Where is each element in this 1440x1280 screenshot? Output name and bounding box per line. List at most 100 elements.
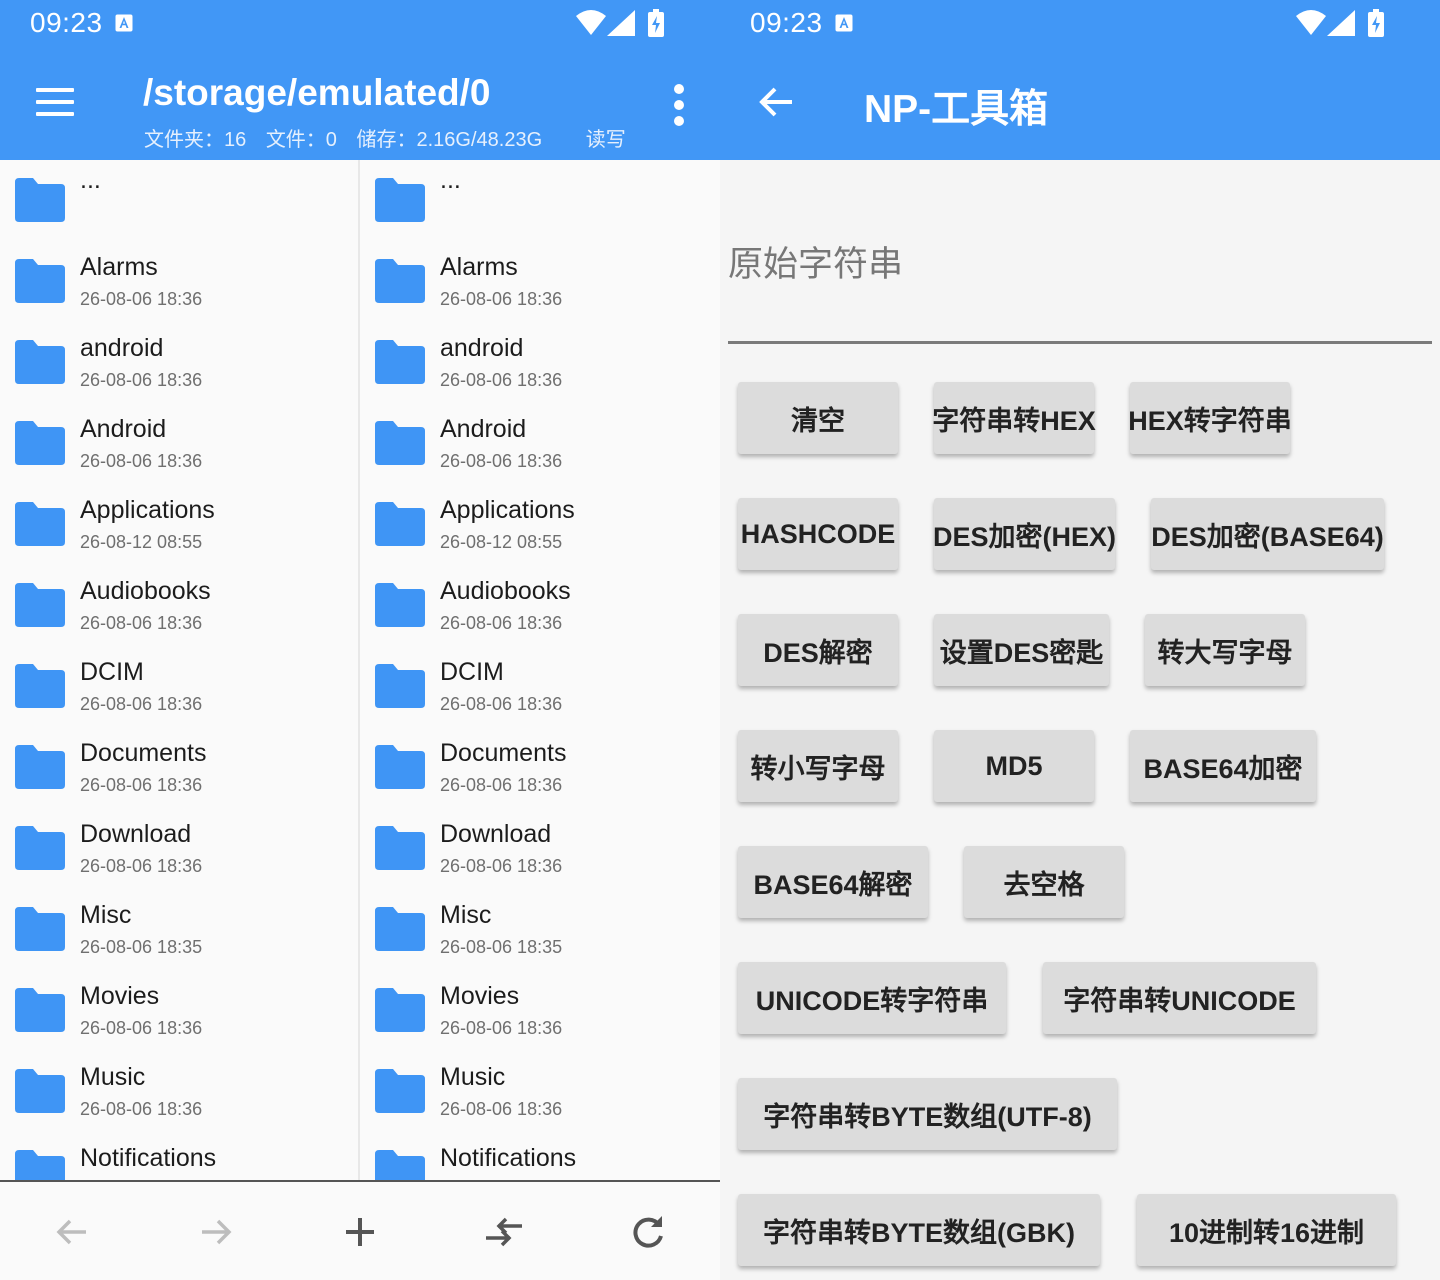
storage-info: 储存：2.16G/48.23G bbox=[356, 129, 543, 151]
tool-button[interactable]: BASE64解密 bbox=[738, 846, 928, 918]
app-bar: NP-工具箱 bbox=[720, 48, 1440, 160]
folder-row[interactable]: Download 26-08-06 18:36 bbox=[0, 808, 358, 889]
tool-button[interactable]: 字符串转BYTE数组(GBK) bbox=[738, 1194, 1100, 1266]
folder-row[interactable]: Applications 26-08-12 08:55 bbox=[0, 484, 358, 565]
folder-name: Music bbox=[80, 1063, 146, 1091]
tool-button[interactable]: UNICODE转字符串 bbox=[738, 962, 1006, 1034]
tool-button[interactable]: 10进制转16进制 bbox=[1137, 1194, 1396, 1266]
folder-name: Audiobooks bbox=[80, 577, 211, 605]
folder-row[interactable]: Documents 26-08-06 18:36 bbox=[360, 727, 720, 808]
folder-date: 26-08-06 18:36 bbox=[440, 694, 563, 714]
folder-row[interactable]: Documents 26-08-06 18:36 bbox=[0, 727, 358, 808]
tool-button[interactable]: 字符串转UNICODE bbox=[1043, 962, 1316, 1034]
folder-name: Android bbox=[440, 415, 527, 443]
current-path: /storage/emulated/0 bbox=[143, 72, 491, 113]
folder-row[interactable]: Android 26-08-06 18:36 bbox=[0, 403, 358, 484]
folder-row[interactable]: Alarms 26-08-06 18:36 bbox=[0, 241, 358, 322]
folder-date: 26-08-06 18:36 bbox=[80, 613, 203, 633]
parent-folder-row[interactable]: ... bbox=[0, 160, 358, 241]
folder-name: Movies bbox=[440, 982, 520, 1010]
folder-row[interactable]: Alarms 26-08-06 18:36 bbox=[360, 241, 720, 322]
source-string-input[interactable] bbox=[728, 290, 1436, 340]
tool-button[interactable]: 字符串转BYTE数组(UTF-8) bbox=[738, 1078, 1117, 1150]
folder-row[interactable]: Android 26-08-06 18:36 bbox=[360, 403, 720, 484]
status-time: 09:23 bbox=[30, 7, 103, 38]
menu-icon[interactable] bbox=[36, 88, 76, 118]
tool-button[interactable]: 转大写字母 bbox=[1145, 614, 1305, 686]
folder-date: 26-08-06 18:36 bbox=[80, 1099, 203, 1119]
swap-icon[interactable] bbox=[484, 1212, 524, 1252]
folder-row[interactable]: Download 26-08-06 18:36 bbox=[360, 808, 720, 889]
app-title: NP-工具箱 bbox=[864, 88, 1049, 131]
folder-icon bbox=[15, 1069, 65, 1118]
folder-name: android bbox=[440, 334, 524, 362]
folder-row[interactable]: Notifications bbox=[360, 1132, 720, 1180]
plus-icon[interactable] bbox=[340, 1212, 380, 1252]
folder-row[interactable]: android 26-08-06 18:36 bbox=[360, 322, 720, 403]
folder-date: 26-08-06 18:36 bbox=[440, 856, 563, 876]
wifi-icon bbox=[1296, 10, 1326, 35]
tool-button[interactable]: 字符串转HEX bbox=[932, 382, 1096, 454]
folder-icon bbox=[375, 583, 425, 632]
folder-icon bbox=[15, 1150, 65, 1180]
app-bar: /storage/emulated/0 文件夹：16 文件：0 储存：2.16G… bbox=[0, 48, 720, 160]
tool-button[interactable]: HEX转字符串 bbox=[1128, 382, 1292, 454]
file-pane-right[interactable]: ... Alarms 26-08-06 18:36 android 26-08-06 1… bbox=[360, 160, 720, 1180]
back-arrow-icon[interactable] bbox=[758, 84, 794, 120]
folder-name: DCIM bbox=[440, 658, 504, 686]
folder-row[interactable]: Misc 26-08-06 18:35 bbox=[360, 889, 720, 970]
tool-button[interactable]: 设置DES密匙 bbox=[934, 614, 1109, 686]
access-mode: 读写 bbox=[585, 129, 626, 151]
folder-name: Notifications bbox=[80, 1144, 217, 1172]
folder-row[interactable]: DCIM 26-08-06 18:36 bbox=[0, 646, 358, 727]
folder-row[interactable]: DCIM 26-08-06 18:36 bbox=[360, 646, 720, 727]
folder-date: 26-08-06 18:36 bbox=[80, 1018, 203, 1038]
folder-date: 26-08-06 18:36 bbox=[80, 289, 203, 309]
folder-date: 26-08-06 18:36 bbox=[440, 613, 563, 633]
folder-row[interactable]: Audiobooks 26-08-06 18:36 bbox=[0, 565, 358, 646]
folder-row[interactable]: Notifications bbox=[0, 1132, 358, 1180]
folder-icon bbox=[375, 502, 425, 551]
tool-button[interactable]: 去空格 bbox=[964, 846, 1124, 918]
tool-button[interactable]: DES加密(HEX) bbox=[933, 498, 1116, 570]
folder-row[interactable]: Audiobooks 26-08-06 18:36 bbox=[360, 565, 720, 646]
forward-arrow-icon[interactable] bbox=[196, 1212, 236, 1252]
file-pane-left[interactable]: ... Alarms 26-08-06 18:36 android 26-08-06 1… bbox=[0, 160, 360, 1180]
folder-name: ... bbox=[440, 166, 461, 194]
tool-button[interactable]: HASHCODE bbox=[738, 498, 898, 570]
tool-button[interactable]: DES加密(BASE64) bbox=[1151, 498, 1384, 570]
folder-row[interactable]: Music 26-08-06 18:36 bbox=[360, 1051, 720, 1132]
more-options-icon[interactable] bbox=[664, 82, 696, 128]
tool-button[interactable]: 转小写字母 bbox=[738, 730, 898, 802]
folder-icon bbox=[375, 664, 425, 713]
tool-button[interactable]: BASE64加密 bbox=[1130, 730, 1316, 802]
parent-folder-row[interactable]: ... bbox=[360, 160, 720, 241]
folder-name: Download bbox=[80, 820, 192, 848]
folder-row[interactable]: Misc 26-08-06 18:35 bbox=[0, 889, 358, 970]
battery-charging-icon bbox=[648, 9, 664, 37]
tool-button[interactable]: 清空 bbox=[738, 382, 898, 454]
folder-row[interactable]: Movies 26-08-06 18:36 bbox=[0, 970, 358, 1051]
tool-button[interactable]: DES解密 bbox=[738, 614, 898, 686]
folder-icon bbox=[15, 178, 65, 227]
folder-row[interactable]: android 26-08-06 18:36 bbox=[0, 322, 358, 403]
folder-row[interactable]: Movies 26-08-06 18:36 bbox=[360, 970, 720, 1051]
folder-date: 26-08-06 18:36 bbox=[440, 1018, 563, 1038]
folder-name: Music bbox=[440, 1063, 506, 1091]
folder-icon bbox=[15, 421, 65, 470]
folder-date: 26-08-06 18:36 bbox=[440, 1099, 563, 1119]
refresh-icon[interactable] bbox=[628, 1212, 668, 1252]
folder-icon bbox=[375, 259, 425, 308]
signal-icon bbox=[1327, 10, 1355, 36]
folder-date: 26-08-06 18:36 bbox=[440, 370, 563, 390]
folder-name: Movies bbox=[80, 982, 160, 1010]
folder-date: 26-08-06 18:35 bbox=[440, 937, 563, 957]
folder-name: DCIM bbox=[80, 658, 144, 686]
tool-button[interactable]: MD5 bbox=[934, 730, 1094, 802]
folder-row[interactable]: Applications 26-08-12 08:55 bbox=[360, 484, 720, 565]
folder-row[interactable]: Music 26-08-06 18:36 bbox=[0, 1051, 358, 1132]
folder-date: 26-08-12 08:55 bbox=[440, 532, 563, 552]
back-arrow-icon[interactable] bbox=[52, 1212, 92, 1252]
folder-date: 26-08-06 18:35 bbox=[80, 937, 203, 957]
folder-date: 26-08-06 18:36 bbox=[80, 694, 203, 714]
